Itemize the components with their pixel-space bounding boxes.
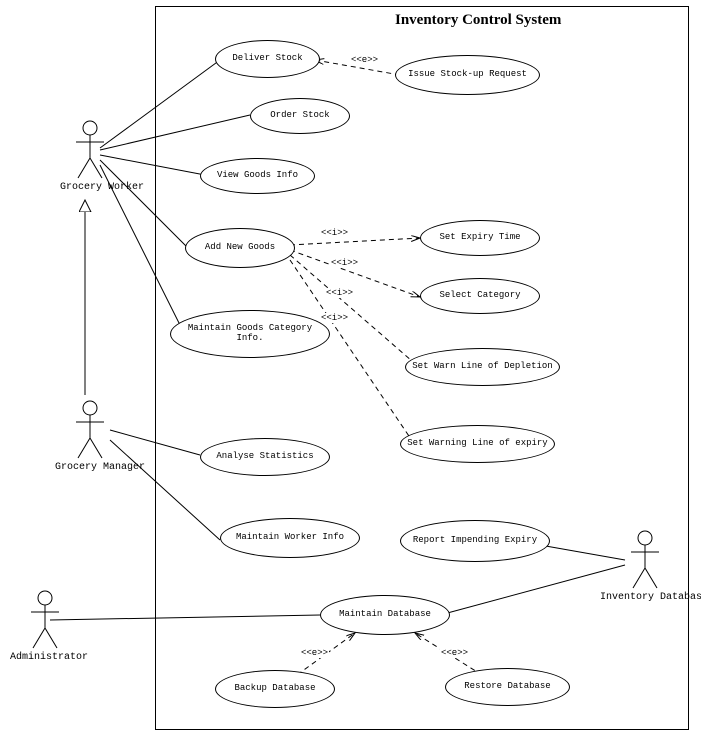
actor-grocery-manager: Grocery Manager [55, 400, 125, 473]
usecase-set-expiry: Set Expiry Time [420, 220, 540, 256]
system-title: Inventory Control System [395, 12, 561, 29]
usecase-select-category: Select Category [420, 278, 540, 314]
actor-icon [74, 400, 106, 460]
stereotype-include: <<i>> [325, 288, 354, 298]
usecase-issue-stockup: Issue Stock-up Request [395, 55, 540, 95]
actor-label: Administrator [10, 652, 80, 663]
usecase-maintain-category: Maintain Goods Category Info. [170, 310, 330, 358]
usecase-order-stock: Order Stock [250, 98, 350, 134]
actor-label: Grocery Manager [55, 462, 125, 473]
stereotype-include: <<i>> [320, 228, 349, 238]
usecase-view-goods: View Goods Info [200, 158, 315, 194]
actor-label: Inventory Database [600, 592, 690, 603]
actor-icon [74, 120, 106, 180]
usecase-analyse-stats: Analyse Statistics [200, 438, 330, 476]
usecase-report-expiry: Report Impending Expiry [400, 520, 550, 562]
stereotype-extend: <<e>> [440, 648, 469, 658]
usecase-add-new-goods: Add New Goods [185, 228, 295, 268]
actor-administrator: Administrator [10, 590, 80, 663]
usecase-restore-db: Restore Database [445, 668, 570, 706]
usecase-maintain-worker: Maintain Worker Info [220, 518, 360, 558]
actor-inventory-database: Inventory Database [600, 530, 690, 603]
actor-icon [29, 590, 61, 650]
stereotype-extend: <<e>> [350, 55, 379, 65]
stereotype-extend: <<e>> [300, 648, 329, 658]
usecase-warn-depletion: Set Warn Line of Depletion [405, 348, 560, 386]
usecase-backup-db: Backup Database [215, 670, 335, 708]
stereotype-include: <<i>> [320, 313, 349, 323]
actor-grocery-worker: Grocery Worker [60, 120, 120, 193]
usecase-maintain-db: Maintain Database [320, 595, 450, 635]
usecase-warn-expiry: Set Warning Line of expiry [400, 425, 555, 463]
uml-diagram: Inventory Control System [0, 0, 701, 738]
actor-label: Grocery Worker [60, 182, 120, 193]
stereotype-include: <<i>> [330, 258, 359, 268]
actor-icon [629, 530, 661, 590]
usecase-deliver-stock: Deliver Stock [215, 40, 320, 78]
